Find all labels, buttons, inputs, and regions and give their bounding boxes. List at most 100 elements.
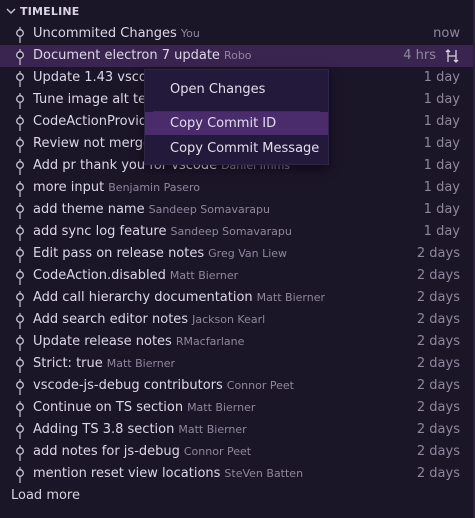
timeline-item-author: Jackson Kearl bbox=[192, 313, 266, 326]
git-commit-icon bbox=[16, 225, 24, 241]
timeline-item-text: add sync log feature Sandeep Somavarapu bbox=[33, 224, 292, 240]
timeline-item-author: Sandeep Somavarapu bbox=[148, 203, 270, 216]
timeline-item[interactable]: vscode-js-debug contributors Connor Peet 2… bbox=[0, 375, 473, 397]
timeline-item-time: 2 days bbox=[416, 466, 460, 481]
timeline-item-text: add notes for js-debug Connor Peet bbox=[33, 444, 251, 460]
git-commit-icon bbox=[16, 159, 24, 175]
timeline-item[interactable]: Continue on TS section Matt Bierner 2 days bbox=[0, 397, 473, 419]
timeline-item-time: 2 days bbox=[416, 312, 460, 327]
timeline-item-author: Robo bbox=[223, 49, 252, 62]
timeline-item-time: 1 day bbox=[423, 92, 460, 107]
timeline-item-label: Add search editor notes bbox=[33, 312, 189, 327]
timeline-item[interactable]: more input Benjamin Pasero 1 day bbox=[0, 177, 473, 199]
timeline-item-time: 1 day bbox=[423, 202, 460, 217]
timeline-item-text: CodeAction.disabled Matt Bierner bbox=[33, 268, 238, 284]
timeline-item-text: add theme name Sandeep Somavarapu bbox=[33, 202, 270, 218]
menu-item-open-changes[interactable]: Open Changes bbox=[145, 78, 328, 101]
timeline-item-label: Add call hierarchy documentation bbox=[33, 290, 253, 305]
timeline-item-time: 2 days bbox=[416, 334, 460, 349]
timeline-item-time: 2 days bbox=[416, 356, 460, 371]
timeline-item-text: Tune image alt text bbox=[33, 92, 159, 108]
timeline-item-time: 1 day bbox=[423, 136, 460, 151]
timeline-item[interactable]: Uncommited Changes You now bbox=[0, 23, 473, 45]
timeline-item-time: 2 days bbox=[416, 378, 460, 393]
git-commit-icon bbox=[16, 203, 24, 219]
timeline-item[interactable]: Strict: true Matt Bierner 2 days bbox=[0, 353, 473, 375]
git-commit-icon bbox=[16, 357, 24, 373]
load-more-link[interactable]: Load more bbox=[11, 488, 80, 503]
timeline-item[interactable]: Document electron 7 update Robo 4 hrs bbox=[0, 45, 473, 67]
timeline-item-text: Review not merged bbox=[33, 136, 159, 152]
timeline-item-author: Benjamin Pasero bbox=[108, 181, 200, 194]
timeline-item-time: 1 day bbox=[423, 158, 460, 173]
timeline-item-time: 2 days bbox=[416, 422, 460, 437]
timeline-item-author: Sandeep Somavarapu bbox=[170, 225, 292, 238]
timeline-item[interactable]: Adding TS 3.8 section Matt Bierner 2 days bbox=[0, 419, 473, 441]
timeline-item-text: Continue on TS section Matt Bierner bbox=[33, 400, 255, 416]
timeline-item[interactable]: CodeAction.disabled Matt Bierner 2 days bbox=[0, 265, 473, 287]
timeline-item-author: You bbox=[180, 27, 200, 40]
git-commit-icon bbox=[16, 423, 24, 439]
timeline-item-label: Update release notes bbox=[33, 334, 172, 349]
timeline-item-text: vscode-js-debug contributors Connor Peet bbox=[33, 378, 294, 394]
timeline-item-label: Adding TS 3.8 section bbox=[33, 422, 175, 437]
timeline-item-time: 2 days bbox=[416, 268, 460, 283]
git-commit-icon bbox=[16, 137, 24, 153]
git-commit-icon bbox=[16, 313, 24, 329]
git-commit-icon bbox=[16, 379, 24, 395]
timeline-item-time: 1 day bbox=[423, 180, 460, 195]
git-commit-icon bbox=[16, 49, 24, 65]
timeline-item-text: mention reset view locations SteVen Batte… bbox=[33, 466, 303, 482]
git-commit-icon bbox=[16, 269, 24, 285]
timeline-item-time: now bbox=[433, 26, 460, 41]
timeline-item-author: Connor Peet bbox=[183, 445, 252, 458]
timeline-item-text: Update release notes RMacfarlane bbox=[33, 334, 244, 350]
menu-item-copy-commit-message[interactable]: Copy Commit Message bbox=[145, 137, 328, 160]
timeline-header[interactable]: TIMELINE bbox=[0, 0, 473, 24]
git-commit-icon bbox=[16, 181, 24, 197]
chevron-down-icon[interactable] bbox=[4, 4, 18, 18]
timeline-item[interactable]: Add search editor notes Jackson Kearl 2 da… bbox=[0, 309, 473, 331]
timeline-item-label: Strict: true bbox=[33, 356, 103, 371]
timeline-item-author: Connor Peet bbox=[226, 379, 294, 392]
git-commit-icon bbox=[16, 291, 24, 307]
timeline-item-text: more input Benjamin Pasero bbox=[33, 180, 200, 196]
timeline-item[interactable]: add sync log feature Sandeep Somavarapu 1 … bbox=[0, 221, 473, 243]
git-commit-icon bbox=[16, 467, 24, 483]
timeline-item[interactable]: add theme name Sandeep Somavarapu 1 day bbox=[0, 199, 473, 221]
timeline-item[interactable]: add notes for js-debug Connor Peet 2 days bbox=[0, 441, 473, 463]
git-commit-icon bbox=[16, 115, 24, 131]
timeline-item[interactable]: Add call hierarchy documentation Matt Bie… bbox=[0, 287, 473, 309]
timeline-item-author: Matt Bierner bbox=[106, 357, 176, 370]
timeline-item[interactable]: mention reset view locations SteVen Batte… bbox=[0, 463, 473, 485]
timeline-item-text: Add call hierarchy documentation Matt Bie… bbox=[33, 290, 325, 306]
timeline-item-label: CodeAction.disabled bbox=[33, 268, 166, 283]
timeline-item-text: Add search editor notes Jackson Kearl bbox=[33, 312, 265, 328]
timeline-item-label: Edit pass on release notes bbox=[33, 246, 205, 261]
timeline-item-author: Greg Van Liew bbox=[208, 247, 288, 260]
timeline-item-label: add sync log feature bbox=[33, 224, 167, 239]
context-menu: Open Changes Copy Commit ID Copy Commit … bbox=[144, 69, 329, 165]
timeline-item-label: more input bbox=[33, 180, 105, 195]
timeline-item-text: Document electron 7 update Robo bbox=[33, 48, 252, 64]
timeline-item-text: Adding TS 3.8 section Matt Bierner bbox=[33, 422, 247, 438]
timeline-item[interactable]: Update release notes RMacfarlane 2 days bbox=[0, 331, 473, 353]
timeline-item-label: Uncommited Changes bbox=[33, 26, 177, 41]
compare-changes-icon[interactable] bbox=[444, 48, 460, 64]
timeline-item-label: Document electron 7 update bbox=[33, 48, 220, 63]
timeline-item-time: 2 days bbox=[416, 246, 460, 261]
timeline-title: TIMELINE bbox=[20, 5, 80, 18]
timeline-item-time: 1 day bbox=[423, 70, 460, 85]
git-commit-icon bbox=[16, 401, 24, 417]
git-commit-icon bbox=[16, 71, 24, 87]
menu-item-copy-commit-id[interactable]: Copy Commit ID bbox=[145, 112, 328, 135]
timeline-item[interactable]: Edit pass on release notes Greg Van Liew 2… bbox=[0, 243, 473, 265]
timeline-item-label: mention reset view locations bbox=[33, 466, 221, 481]
timeline-item-label: Review not merged bbox=[33, 136, 160, 151]
timeline-item-time: 1 day bbox=[423, 224, 460, 239]
timeline-item-label: Continue on TS section bbox=[33, 400, 184, 415]
git-commit-icon bbox=[16, 93, 24, 109]
git-commit-icon bbox=[16, 247, 24, 263]
timeline-item-text: Strict: true Matt Bierner bbox=[33, 356, 175, 372]
timeline-item-time: 1 day bbox=[423, 114, 460, 129]
